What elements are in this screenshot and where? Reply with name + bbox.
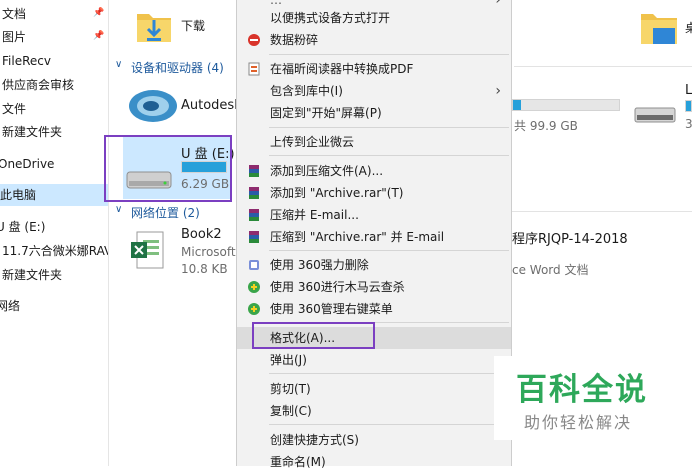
watermark-subtitle: 助你轻松解决 [524,413,633,432]
format-highlight-box [252,322,375,349]
menu-separator [269,373,509,374]
watermark: 百科全说 助你轻松解决 [494,356,692,440]
excel-file-icon[interactable] [129,230,167,274]
sidebar-item-this-pc[interactable]: 此电脑 [0,184,108,206]
pin-icon[interactable]: 📌 [93,31,104,41]
group-divider [512,211,692,212]
book2-type: Microsoft [181,245,236,259]
rar-icon [249,187,259,199]
context-menu: … › 以便携式设备方式打开 数据粉碎 在福昕阅读器中转换成PDF 包含到库中(I… [236,0,512,469]
sidebar-item-new-folder[interactable]: 新建文件夹 [2,121,62,143]
pdf-icon [248,62,260,76]
menu-item-shred[interactable]: 数据粉碎 [237,29,511,51]
menu-separator [269,127,509,128]
menu-separator [269,250,509,251]
book2-size: 10.8 KB [181,262,228,276]
autodesk-drive-name[interactable]: Autodesk [181,98,242,113]
sidebar-item-filerecv[interactable]: FileRecv [2,50,51,72]
sidebar-item-network[interactable]: 网络 [0,295,20,317]
360-delete-icon [249,260,259,270]
menu-item-compress-rar-email[interactable]: 压缩到 "Archive.rar" 并 E-mail [237,226,511,248]
downloads-folder-icon[interactable] [135,6,173,46]
pin-icon[interactable]: 📌 [93,8,104,18]
menu-separator [269,424,509,425]
menu-separator [269,155,509,156]
menu-item-create-shortcut[interactable]: 创建快捷方式(S) [237,429,511,451]
sidebar-item-documents[interactable]: 文档 [2,3,26,25]
desktop-folder-icon[interactable] [639,8,679,48]
sidebar-item-new-folder-2[interactable]: 新建文件夹 [2,264,62,286]
menu-item-add-to-archive[interactable]: 添加到压缩文件(A)... [237,160,511,182]
sidebar-item-usb-drive[interactable]: U 盘 (E:) [0,216,45,238]
autodesk-drive-icon[interactable] [127,84,179,124]
menu-item-pin-to-start[interactable]: 固定到"开始"屏幕(P) [237,102,511,124]
collapse-chevron-icon[interactable]: ∨ [115,204,122,215]
drive-c-usage-fill [513,100,522,110]
menu-item-360-trojan-scan[interactable]: 使用 360进行木马云查杀 [237,276,511,298]
sidebar-item-files[interactable]: 文件 [2,98,26,120]
usb-drive-highlight-box [104,135,232,202]
menu-item-include-in-library[interactable]: 包含到库中(I) › [237,80,511,102]
drive-l-name[interactable]: L [685,83,692,98]
sidebar-item-supplier[interactable]: 供应商会审核 [2,74,74,96]
360-scan-icon [248,281,260,293]
shred-icon [248,34,260,46]
menu-item-copy[interactable]: 复制(C) [237,400,511,422]
menu-item-360-manage-menu[interactable]: 使用 360管理右键菜单 [237,298,511,320]
book2-name[interactable]: Book2 [181,227,222,242]
sidebar-item-folder-liuhe[interactable]: 11.7六合微米娜RAV [2,240,108,262]
drive-c-capacity: 共 99.9 GB [514,119,578,133]
menu-item-rename[interactable]: 重命名(M) [237,451,511,473]
word-doc-name[interactable]: 程序RJQP-14-2018 [512,228,628,247]
360-menu-icon [248,303,260,315]
desktop-label[interactable]: 桌 [685,19,692,36]
drive-l-free: 3 [685,117,692,131]
submenu-arrow-icon: › [495,83,501,99]
rar-icon [249,231,259,243]
rar-icon [249,165,259,177]
rar-icon [249,209,259,221]
drive-c-usage-bar [512,99,620,111]
menu-item-open-portable[interactable]: 以便携式设备方式打开 [237,7,511,29]
menu-item-convert-pdf[interactable]: 在福昕阅读器中转换成PDF [237,58,511,80]
drive-l-icon[interactable] [633,104,677,126]
word-doc-type: ce Word 文档 [512,263,589,277]
menu-item-upload-weiyun[interactable]: 上传到企业微云 [237,131,511,153]
sidebar-item-onedrive[interactable]: OneDrive [0,153,54,175]
downloads-label[interactable]: 下载 [181,17,205,34]
devices-group-header[interactable]: 设备和驱动器 (4) [131,59,224,76]
menu-item-eject[interactable]: 弹出(J) [237,349,511,371]
group-divider [514,66,692,67]
menu-separator [269,54,509,55]
sidebar-item-pictures[interactable]: 图片 [2,26,26,48]
menu-item-add-to-archive-rar[interactable]: 添加到 "Archive.rar"(T) [237,182,511,204]
navigation-pane: 文档 📌 图片 📌 FileRecv 供应商会审核 文件 新建文件夹 OneDr… [0,0,109,466]
menu-item-compress-email[interactable]: 压缩并 E-mail... [237,204,511,226]
menu-item-cut[interactable]: 剪切(T) [237,378,511,400]
menu-item-360-force-delete[interactable]: 使用 360强力删除 [237,254,511,276]
drive-l-usage-bar [685,100,692,112]
collapse-chevron-icon[interactable]: ∨ [115,59,122,70]
watermark-title: 百科全说 [516,372,648,408]
network-group-header[interactable]: 网络位置 (2) [131,204,200,221]
drive-l-usage-fill [686,101,691,111]
